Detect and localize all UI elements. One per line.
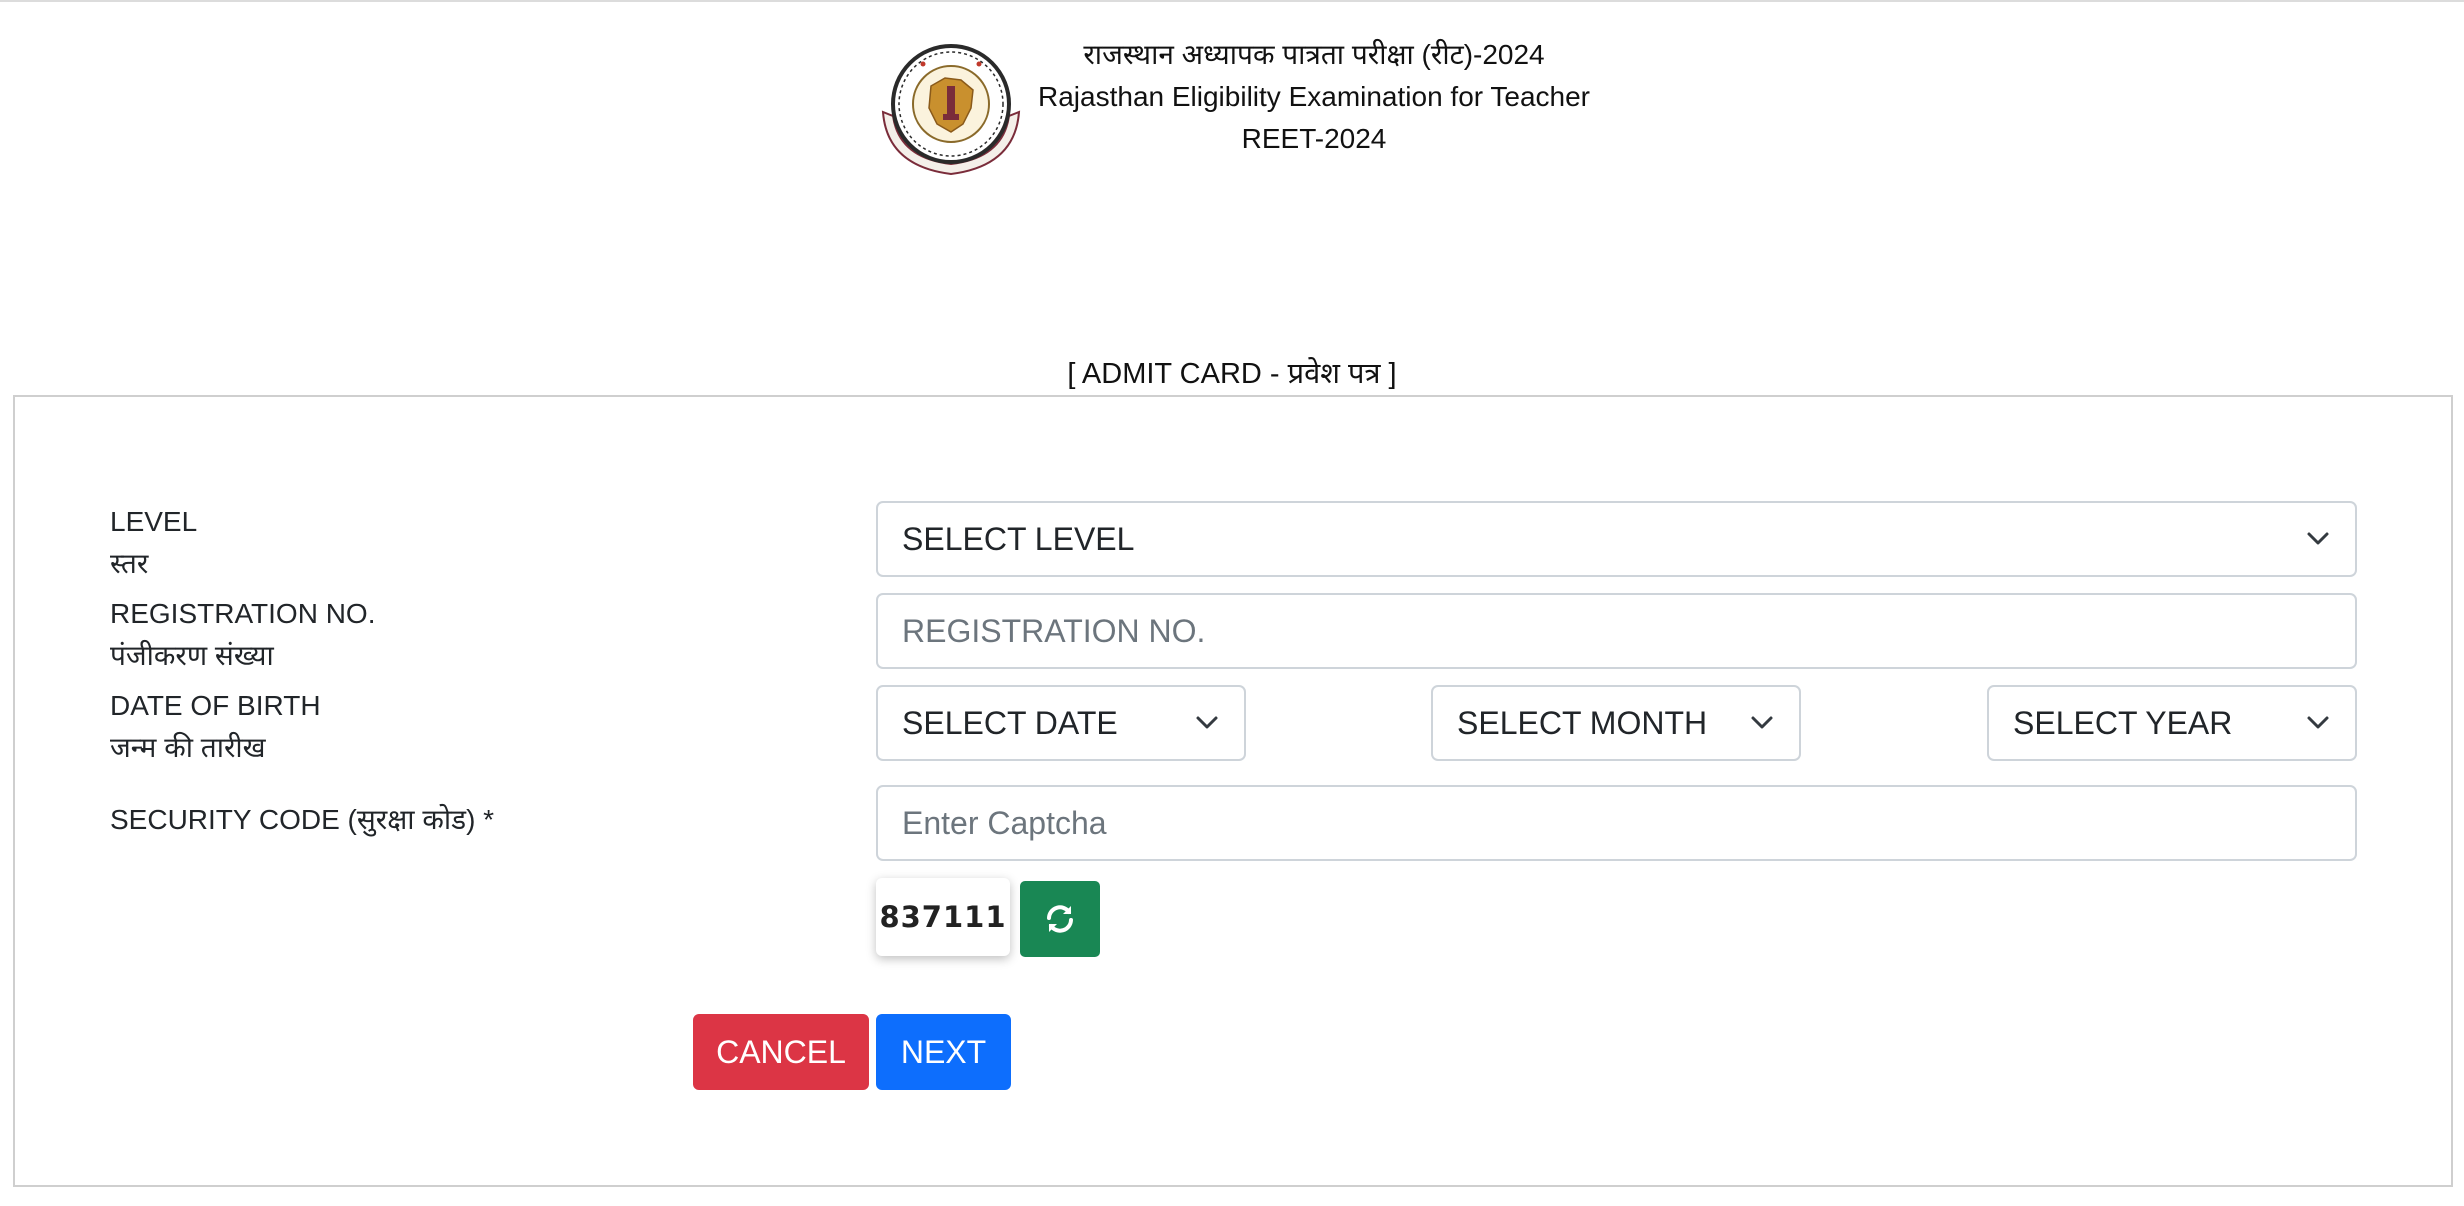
dob-label-en: DATE OF BIRTH <box>110 690 321 721</box>
level-select[interactable]: SELECT LEVEL <box>876 501 2357 577</box>
dob-month-select[interactable]: SELECT MONTH <box>1431 685 1801 761</box>
level-select-value: SELECT LEVEL <box>902 520 1135 557</box>
section-title: [ ADMIT CARD - प्रवेश पत्र ] <box>1067 358 1397 390</box>
security-code-label: SECURITY CODE (सुरक्षा कोड) * <box>110 804 495 835</box>
dob-label-hi: जन्म की तारीख <box>110 732 266 763</box>
captcha-input[interactable] <box>876 785 2357 861</box>
exam-title: राजस्थान अध्यापक पात्रता परीक्षा (रीट)-2… <box>1014 34 1614 160</box>
board-seal-logo <box>881 44 1021 176</box>
level-label-en: LEVEL <box>110 506 198 537</box>
refresh-icon <box>1047 905 1073 933</box>
exam-title-hindi: राजस्थान अध्यापक पात्रता परीक्षा (रीट)-2… <box>1083 39 1545 70</box>
registration-label: REGISTRATION NO. पंजीकरण संख्या <box>110 593 376 677</box>
dob-month-value: SELECT MONTH <box>1457 704 1708 741</box>
dob-label: DATE OF BIRTH जन्म की तारीख <box>110 685 321 769</box>
registration-input[interactable] <box>876 593 2357 669</box>
chevron-down-icon <box>1194 710 1220 736</box>
cancel-button[interactable]: CANCEL <box>693 1014 869 1090</box>
chevron-down-icon <box>2305 526 2331 552</box>
dob-date-select[interactable]: SELECT DATE <box>876 685 1246 761</box>
level-label: LEVEL स्तर <box>110 501 197 585</box>
page-header: राजस्थान अध्यापक पात्रता परीक्षा (रीट)-2… <box>0 0 2464 190</box>
refresh-captcha-button[interactable] <box>1020 881 1100 957</box>
captcha-code: 837111 <box>876 878 1010 956</box>
level-label-hi: स्तर <box>110 548 149 579</box>
chevron-down-icon <box>2305 710 2331 736</box>
registration-label-hi: पंजीकरण संख्या <box>110 640 274 671</box>
registration-label-en: REGISTRATION NO. <box>110 598 376 629</box>
exam-title-english: Rajasthan Eligibility Examination for Te… <box>1038 81 1590 112</box>
dob-year-select[interactable]: SELECT YEAR <box>1987 685 2357 761</box>
chevron-down-icon <box>1749 710 1775 736</box>
next-button[interactable]: NEXT <box>876 1014 1011 1090</box>
dob-year-value: SELECT YEAR <box>2013 704 2233 741</box>
dob-date-value: SELECT DATE <box>902 704 1118 741</box>
exam-title-short: REET-2024 <box>1241 123 1387 154</box>
